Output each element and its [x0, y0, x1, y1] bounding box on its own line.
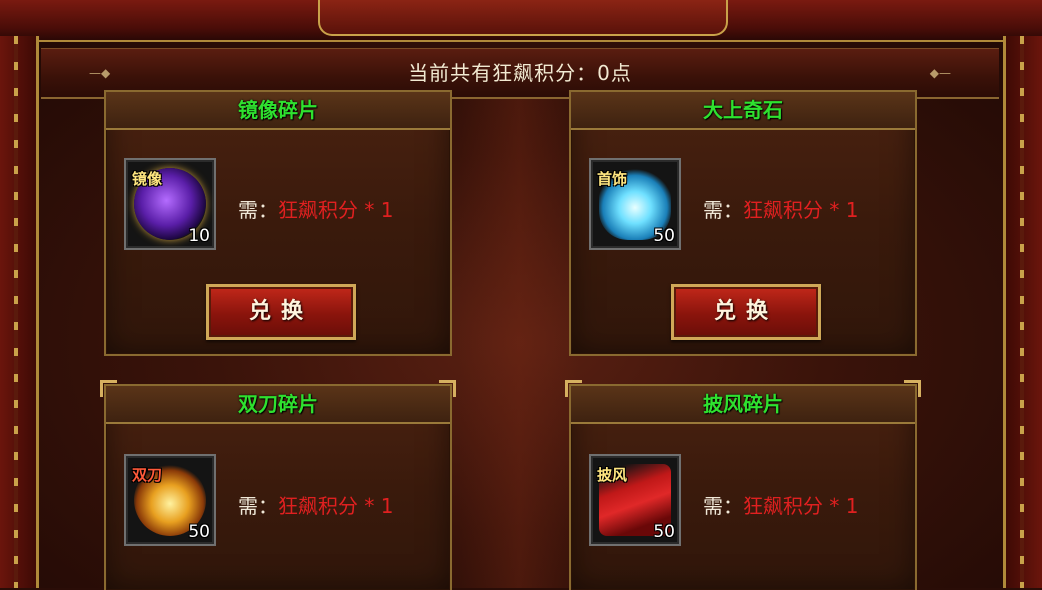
- card-title: 大上奇石: [703, 98, 783, 122]
- requirement-value: 狂飙积分 * 1: [278, 494, 394, 518]
- requirement-label: 需：: [238, 198, 278, 222]
- header-right-ornament: ◆—: [929, 66, 951, 80]
- item-tag: 双刀: [132, 466, 163, 484]
- card-title-bar: 双刀碎片: [106, 386, 450, 424]
- window-left-frame: [0, 36, 39, 588]
- requirement-text: 需：狂飙积分 * 1: [703, 194, 858, 223]
- exchange-card-blades: 双刀碎片 双刀 50 需：狂飙积分 * 1: [100, 380, 456, 590]
- requirement-text: 需：狂飙积分 * 1: [703, 490, 858, 519]
- item-slot[interactable]: 双刀 50: [124, 454, 216, 546]
- exchange-card-stone: 大上奇石 首饰 50 需：狂飙积分 * 1 兑换: [569, 90, 917, 356]
- exchange-card-cape: 披风碎片 披风 50 需：狂飙积分 * 1: [565, 380, 921, 590]
- requirement-value: 狂飙积分 * 1: [743, 198, 859, 222]
- item-quantity: 50: [653, 522, 675, 542]
- item-quantity: 10: [188, 226, 210, 246]
- requirement-value: 狂飙积分 * 1: [743, 494, 859, 518]
- card-title-bar: 披风碎片: [571, 386, 915, 424]
- card-title-bar: 大上奇石: [571, 92, 915, 130]
- item-tag: 首饰: [597, 170, 628, 188]
- item-slot[interactable]: 镜像 10: [124, 158, 216, 250]
- card-title: 双刀碎片: [238, 392, 318, 416]
- exchange-button[interactable]: 兑换: [671, 284, 821, 340]
- item-slot[interactable]: 披风 50: [589, 454, 681, 546]
- card-title-bar: 镜像碎片: [106, 92, 450, 130]
- card-title: 披风碎片: [703, 392, 783, 416]
- requirement-label: 需：: [703, 198, 743, 222]
- item-tag: 披风: [597, 466, 628, 484]
- requirement-label: 需：: [238, 494, 278, 518]
- exchange-card-mirror: 镜像碎片 镜像 10 需：狂飙积分 * 1 兑换: [104, 90, 452, 356]
- exchange-button[interactable]: 兑换: [206, 284, 356, 340]
- requirement-text: 需：狂飙积分 * 1: [238, 194, 393, 223]
- requirement-label: 需：: [703, 494, 743, 518]
- top-ornament: [318, 0, 728, 36]
- requirement-value: 狂飙积分 * 1: [278, 198, 394, 222]
- window-right-frame: [1003, 36, 1042, 588]
- item-quantity: 50: [188, 522, 210, 542]
- item-quantity: 50: [653, 226, 675, 246]
- item-tag: 镜像: [132, 170, 163, 188]
- card-title: 镜像碎片: [238, 98, 318, 122]
- requirement-text: 需：狂飙积分 * 1: [238, 490, 393, 519]
- item-slot[interactable]: 首饰 50: [589, 158, 681, 250]
